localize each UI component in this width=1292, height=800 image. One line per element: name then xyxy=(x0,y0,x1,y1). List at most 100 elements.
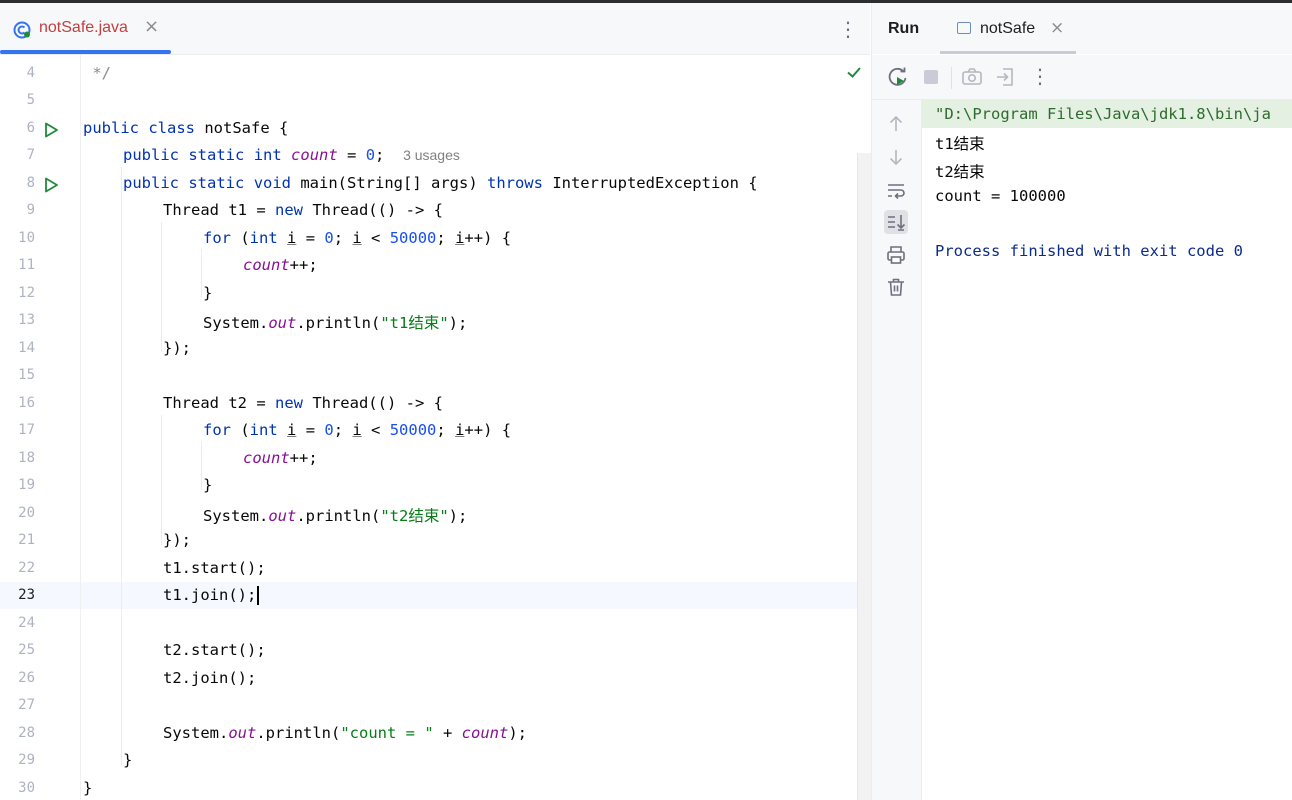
console-output-line: t2结束 xyxy=(935,163,985,181)
line-number: 10 xyxy=(18,230,35,246)
console-output-line: count = 100000 xyxy=(935,187,1066,205)
line-number: 28 xyxy=(18,725,35,741)
vertical-scrollbar[interactable] xyxy=(857,153,871,800)
arrow-down-icon[interactable] xyxy=(884,145,908,169)
run-class-icon[interactable] xyxy=(42,121,60,139)
line-number: 19 xyxy=(18,477,35,493)
code-line: } xyxy=(203,476,213,494)
run-main-icon[interactable] xyxy=(42,176,60,194)
tab-run-notsafe[interactable]: notSafe × xyxy=(940,3,1076,54)
tab-notsafe-java[interactable]: notSafe.java × xyxy=(0,3,171,54)
run-tab-label: notSafe xyxy=(980,20,1036,37)
current-line-highlight xyxy=(0,582,870,609)
line-number: 25 xyxy=(18,642,35,658)
console-side-toolbar xyxy=(872,100,922,800)
trash-icon[interactable] xyxy=(884,275,908,299)
rerun-icon[interactable] xyxy=(886,65,910,89)
line-number: 21 xyxy=(18,532,35,548)
line-number: 9 xyxy=(26,202,35,218)
run-toolbar: ⋮ xyxy=(872,55,1292,100)
soft-wrap-icon[interactable] xyxy=(884,178,908,202)
code-line: for (int i = 0; i < 50000; i++) { xyxy=(203,229,512,247)
line-number: 18 xyxy=(18,450,35,466)
line-number: 11 xyxy=(18,257,35,273)
code-line: }); xyxy=(163,531,191,549)
arrow-up-icon[interactable] xyxy=(884,112,908,136)
close-icon[interactable]: × xyxy=(144,16,159,37)
stop-icon[interactable] xyxy=(919,65,943,89)
code-line: for (int i = 0; i < 50000; i++) { xyxy=(203,421,512,439)
line-number: 22 xyxy=(18,560,35,576)
no-problems-check-icon[interactable] xyxy=(845,63,863,81)
run-tool-window: Run notSafe × ⋮ "D:\Program Files\Java\j… xyxy=(871,3,1292,800)
line-number: 17 xyxy=(18,422,35,438)
code-editor[interactable]: notSafe.java × ⋮ 4 5 6 7 8 9 10 11 12 13… xyxy=(0,3,871,800)
code-line: } xyxy=(83,779,93,797)
code-line: Thread t2 = new Thread(() -> { xyxy=(163,394,443,412)
line-number: 12 xyxy=(18,285,35,301)
java-class-icon xyxy=(13,21,31,39)
line-number: 27 xyxy=(18,697,35,713)
code-line: System.out.println("t2结束"); xyxy=(203,507,468,525)
run-title: Run xyxy=(888,20,920,37)
code-line: public class notSafe { xyxy=(83,119,289,137)
indent-guide xyxy=(121,167,122,767)
camera-icon[interactable] xyxy=(960,65,984,89)
code-area[interactable]: 4 5 6 7 8 9 10 11 12 13 14 15 16 17 18 1… xyxy=(0,55,871,800)
console-icon xyxy=(957,22,971,34)
code-line: */ xyxy=(83,64,111,82)
toolbar-separator xyxy=(951,67,952,89)
indent-guide xyxy=(201,249,202,297)
active-tab-indicator xyxy=(0,50,171,54)
line-number: 15 xyxy=(18,367,35,383)
line-number: 8 xyxy=(26,175,35,191)
more-options-icon[interactable]: ⋮ xyxy=(1028,64,1052,88)
active-tab-indicator xyxy=(940,51,1076,54)
line-number: 26 xyxy=(18,670,35,686)
code-line: } xyxy=(123,751,133,769)
code-line: }); xyxy=(163,339,191,357)
line-number: 5 xyxy=(26,92,35,108)
text-caret xyxy=(257,586,260,605)
line-number: 14 xyxy=(18,340,35,356)
line-number: 6 xyxy=(26,120,35,136)
line-number: 7 xyxy=(26,147,35,163)
line-number: 13 xyxy=(18,312,35,328)
gutter-separator xyxy=(80,55,81,800)
print-icon[interactable] xyxy=(884,243,908,267)
process-exit-message: Process finished with exit code 0 xyxy=(935,242,1243,260)
code-line: public static int count = 0; 3 usages xyxy=(123,146,460,164)
line-number: 24 xyxy=(18,615,35,631)
console-output[interactable]: "D:\Program Files\Java\jdk1.8\bin\ja t1结… xyxy=(922,100,1292,800)
code-line: System.out.println("t1结束"); xyxy=(203,314,468,332)
line-number: 20 xyxy=(18,505,35,521)
indent-guide xyxy=(161,415,162,545)
code-line: public static void main(String[] args) t… xyxy=(123,174,758,192)
code-line-current: t1.join(); xyxy=(163,586,260,605)
tab-label: notSafe.java xyxy=(39,19,128,36)
code-line: count++; xyxy=(243,256,318,274)
line-number: 16 xyxy=(18,395,35,411)
console-command-line: "D:\Program Files\Java\jdk1.8\bin\ja xyxy=(935,105,1271,123)
indent-guide xyxy=(201,442,202,490)
usages-hint[interactable]: 3 usages xyxy=(403,147,460,163)
indent-guide xyxy=(161,222,162,352)
exit-login-icon[interactable] xyxy=(993,65,1017,89)
code-line: } xyxy=(203,284,213,302)
code-line: count++; xyxy=(243,449,318,467)
more-options-icon[interactable]: ⋮ xyxy=(838,17,858,41)
code-line: t2.join(); xyxy=(163,669,257,687)
code-line: t1.start(); xyxy=(163,559,266,577)
scroll-to-end-icon[interactable] xyxy=(884,210,908,234)
run-header: Run notSafe × xyxy=(872,3,1292,54)
code-line: Thread t1 = new Thread(() -> { xyxy=(163,201,443,219)
code-line: t2.start(); xyxy=(163,641,266,659)
line-number: 29 xyxy=(18,752,35,768)
line-number: 4 xyxy=(26,65,35,81)
line-number: 30 xyxy=(18,780,35,796)
close-icon[interactable]: × xyxy=(1050,18,1064,38)
line-number-current: 23 xyxy=(18,587,35,603)
console-output-line: t1结束 xyxy=(935,135,985,153)
editor-tab-bar: notSafe.java × ⋮ xyxy=(0,3,870,55)
code-line: System.out.println("count = " + count); xyxy=(163,724,527,742)
